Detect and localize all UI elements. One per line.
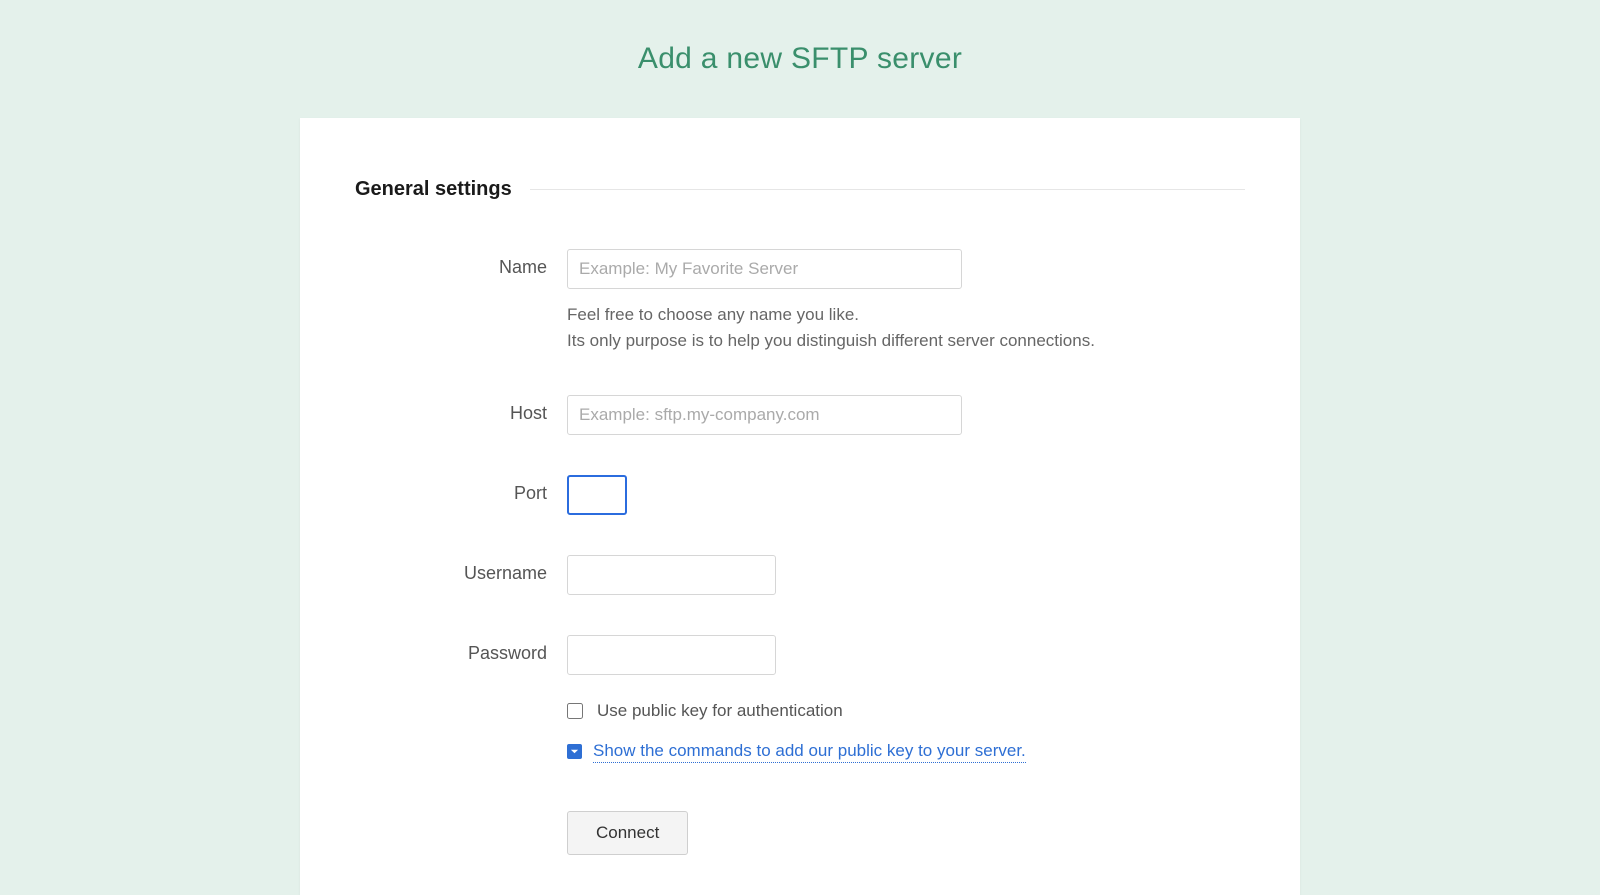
host-label: Host — [355, 395, 567, 424]
chevron-down-icon[interactable] — [567, 744, 582, 759]
page-title: Add a new SFTP server — [0, 0, 1600, 118]
section-heading: General settings — [355, 178, 530, 201]
section-divider — [530, 189, 1245, 190]
name-label: Name — [355, 249, 567, 278]
port-input[interactable] — [567, 475, 627, 515]
section-header: General settings — [355, 178, 1245, 201]
name-help-line1: Feel free to choose any name you like. — [567, 305, 859, 324]
form-row-port: Port — [355, 475, 1245, 515]
button-row: Connect — [567, 811, 1245, 855]
show-commands-row: Show the commands to add our public key … — [567, 741, 1245, 763]
name-help-line2: Its only purpose is to help you distingu… — [567, 331, 1095, 350]
name-help-text: Feel free to choose any name you like. I… — [567, 302, 1245, 355]
username-label: Username — [355, 555, 567, 584]
connect-button[interactable]: Connect — [567, 811, 688, 855]
public-key-checkbox-label: Use public key for authentication — [597, 701, 843, 721]
username-input[interactable] — [567, 555, 776, 595]
form-row-username: Username — [355, 555, 1245, 595]
form-row-password: Password Use public key for authenticati… — [355, 635, 1245, 855]
port-label: Port — [355, 475, 567, 504]
public-key-checkbox-row: Use public key for authentication — [567, 701, 1245, 721]
form-row-host: Host — [355, 395, 1245, 435]
password-input[interactable] — [567, 635, 776, 675]
form-card: General settings Name Feel free to choos… — [300, 118, 1300, 895]
password-label: Password — [355, 635, 567, 664]
host-input[interactable] — [567, 395, 962, 435]
show-commands-link[interactable]: Show the commands to add our public key … — [593, 741, 1026, 763]
name-input[interactable] — [567, 249, 962, 289]
public-key-checkbox[interactable] — [567, 703, 583, 719]
form-row-name: Name Feel free to choose any name you li… — [355, 249, 1245, 355]
